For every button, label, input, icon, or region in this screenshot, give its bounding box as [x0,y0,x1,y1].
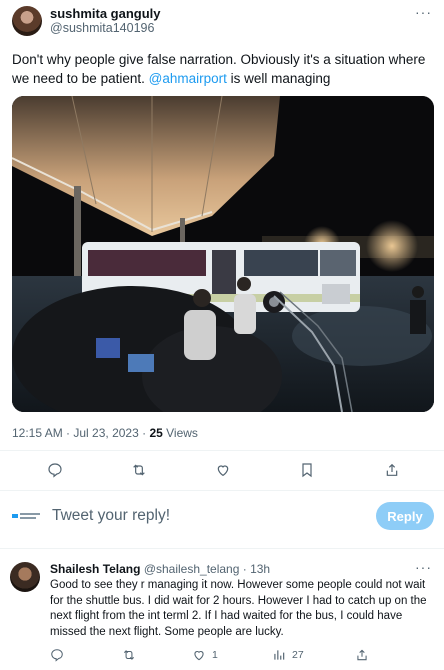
reply-input[interactable]: Tweet your reply! [52,507,170,525]
reply-views-count: 27 [292,649,304,661]
reply-actions-bar: 1 27 [0,646,444,664]
tweet-time[interactable]: 12:15 AM [12,426,63,440]
views-count[interactable]: 25 [149,426,162,440]
like-icon[interactable] [211,458,235,482]
tweet-text-part: is well managing [226,71,331,86]
more-options-icon[interactable]: ··· [415,4,432,20]
reply-author-avatar[interactable] [10,562,40,592]
reply-retweet-icon[interactable] [122,646,136,664]
reply-like-count: 1 [212,649,218,661]
reply-like-button[interactable]: 1 [192,646,218,664]
reply-button[interactable]: Reply [376,502,434,530]
reply-views-button[interactable]: 27 [272,646,304,664]
photo-image [12,96,434,412]
reply-separator: · [239,562,251,576]
reply-like-icon [194,651,204,661]
tweet-date[interactable]: Jul 23, 2023 [73,426,138,440]
retweet-icon[interactable] [127,458,151,482]
reply-reply-icon[interactable] [50,646,64,664]
reply-more-options-icon[interactable]: ··· [415,559,432,575]
user-avatar-icon [12,506,40,526]
meta-separator: · [62,426,74,440]
meta-separator: · [138,426,150,440]
bookmark-icon[interactable] [295,458,319,482]
divider [0,450,444,451]
reply-time[interactable]: 13h [250,562,270,576]
divider [0,490,444,491]
author-handle[interactable]: @sushmita140196 [50,21,161,36]
reply-icon[interactable] [43,458,67,482]
divider [0,548,444,549]
reply-composer: Tweet your reply! Reply [0,498,444,534]
views-icon [274,650,285,660]
tweet-meta: 12:15 AM · Jul 23, 2023 · 25 Views [12,426,198,440]
author-display-name[interactable]: sushmita ganguly [50,6,161,21]
reply-text: Good to see they r managing it now. Howe… [50,579,427,638]
mention-link[interactable]: @ahmairport [149,71,227,86]
reply-share-icon[interactable] [355,646,369,664]
tweet-actions-bar [0,458,444,482]
author-avatar[interactable] [12,6,42,36]
reply-header: Shailesh Telang @shailesh_telang · 13h [50,562,270,576]
tweet-author[interactable]: sushmita ganguly @sushmita140196 [12,6,161,36]
reply-handle[interactable]: @shailesh_telang [144,562,240,576]
reply-display-name[interactable]: Shailesh Telang [50,562,140,576]
tweet-text: Don't why people give false narration. O… [12,50,436,88]
views-label: Views [162,426,198,440]
share-icon[interactable] [380,458,404,482]
tweet-photo[interactable] [12,96,434,412]
